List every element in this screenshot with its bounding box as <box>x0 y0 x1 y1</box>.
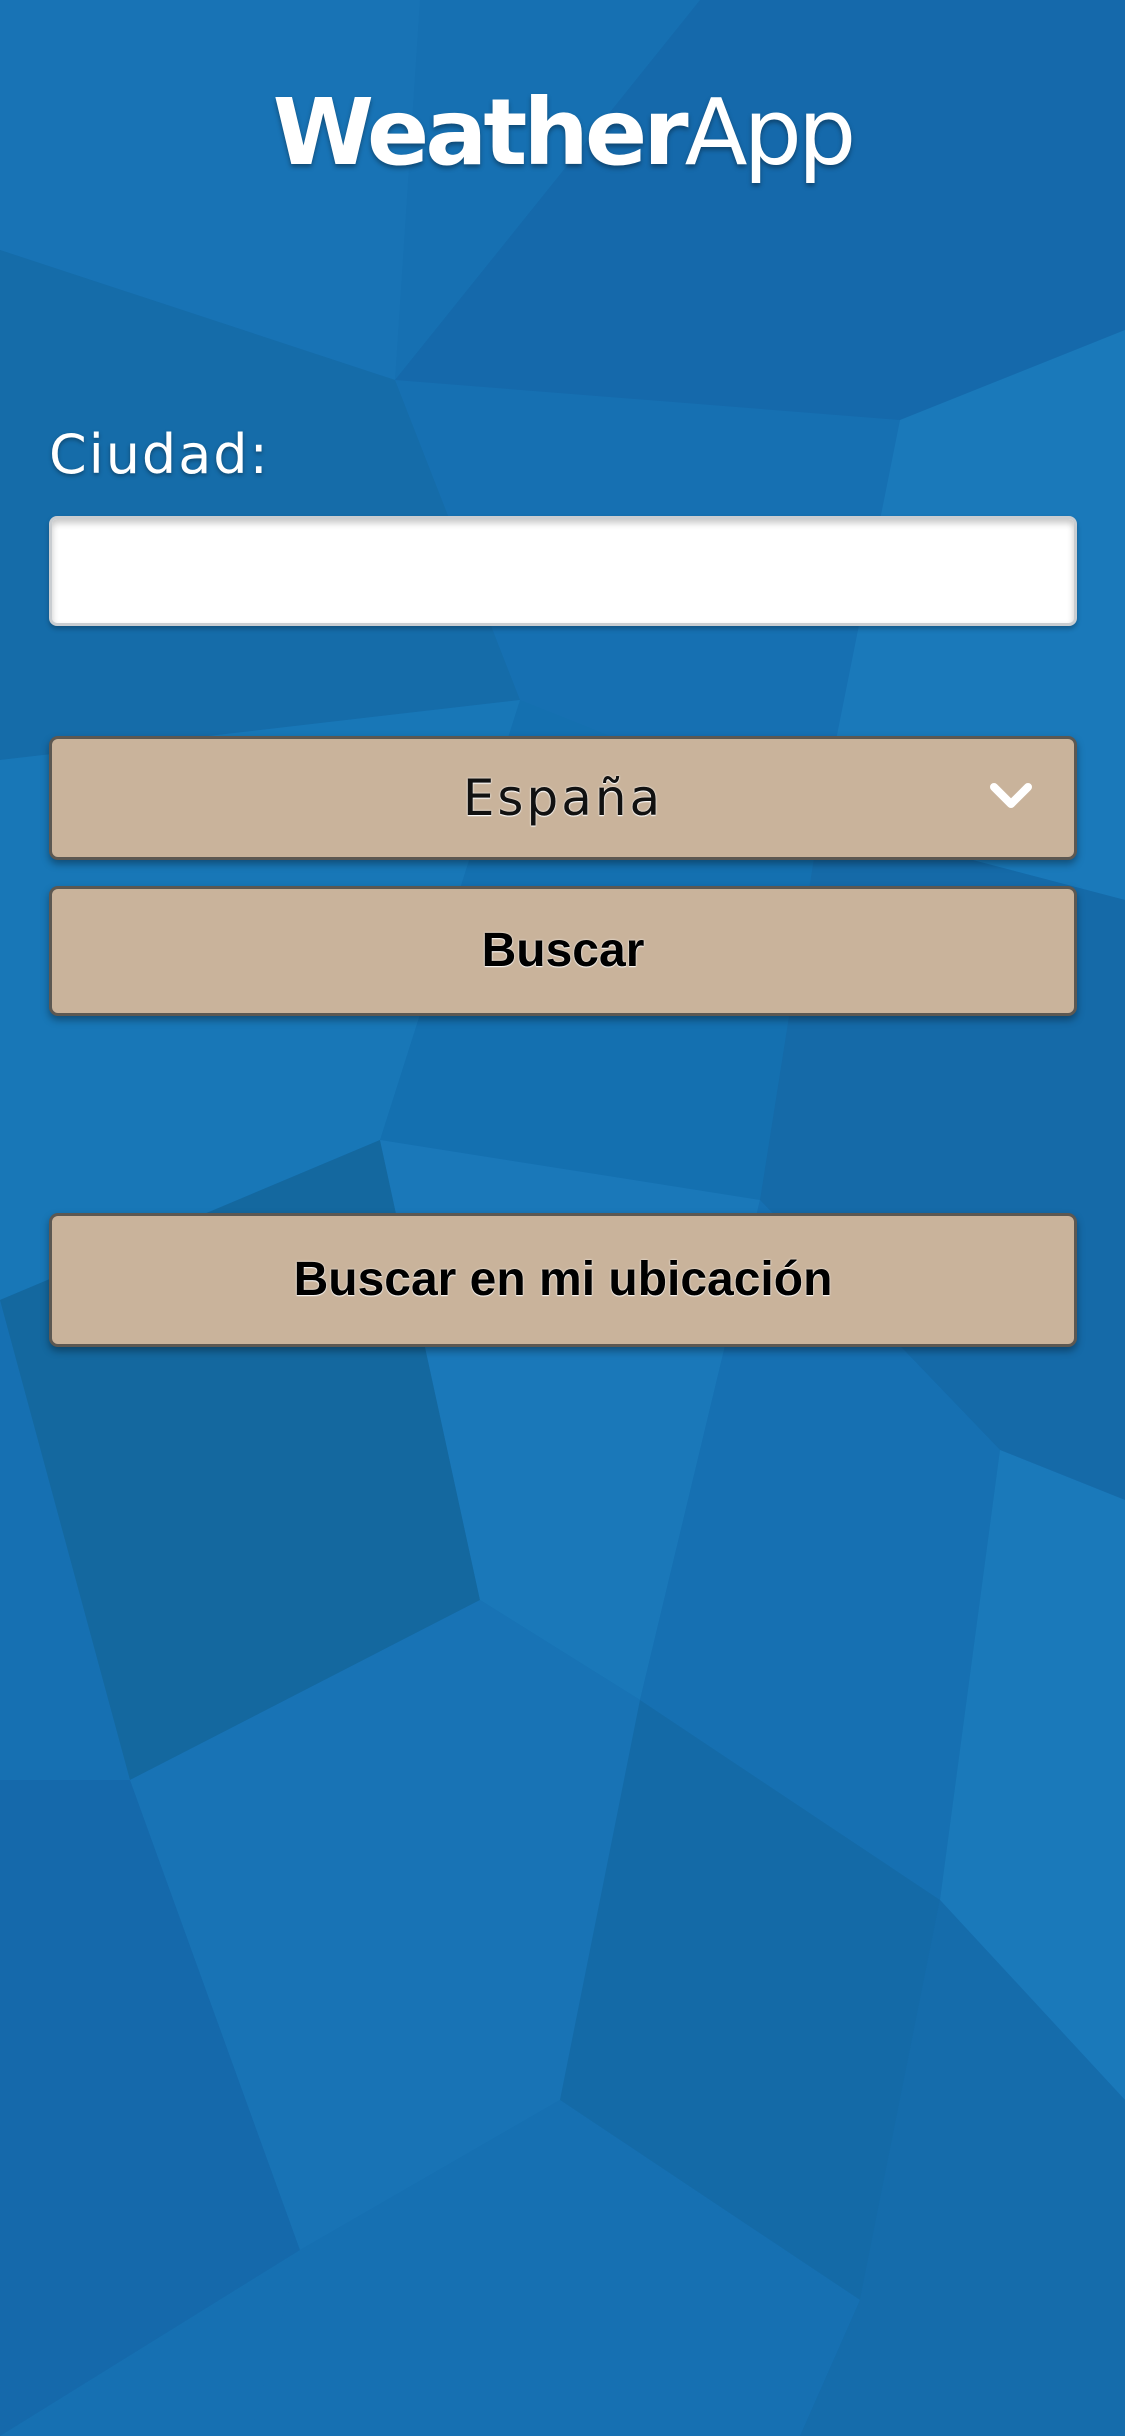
search-button[interactable]: Buscar <box>49 886 1077 1016</box>
app-title-bold: Weather <box>272 79 689 186</box>
search-my-location-button[interactable]: Buscar en mi ubicación <box>49 1213 1077 1347</box>
app-title-light: App <box>684 79 857 186</box>
city-input[interactable] <box>49 516 1077 626</box>
app-logo-title: WeatherApp <box>0 78 1125 188</box>
country-select-value: España <box>462 769 664 827</box>
city-label: Ciudad: <box>49 423 270 486</box>
country-select[interactable]: España <box>49 736 1077 860</box>
chevron-down-icon <box>990 783 1032 808</box>
